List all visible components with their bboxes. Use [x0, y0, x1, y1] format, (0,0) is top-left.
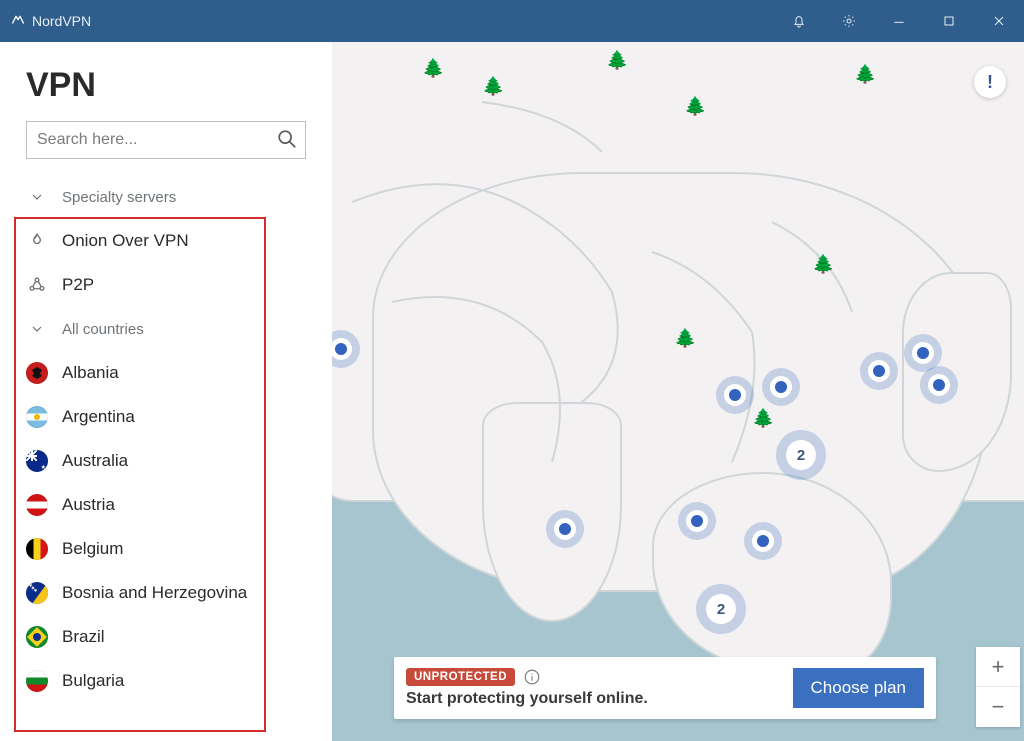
server-marker[interactable]: [912, 342, 934, 364]
country-item-australia[interactable]: Australia: [0, 439, 332, 483]
page-title: VPN: [0, 42, 332, 121]
country-item-bosnia[interactable]: Bosnia and Herzegovina: [0, 571, 332, 615]
server-marker[interactable]: [928, 374, 950, 396]
flag-austria-icon: [26, 494, 48, 516]
titlebar-right: [774, 0, 1024, 42]
search-wrap: [26, 121, 306, 159]
app-logo-icon: [10, 11, 26, 32]
server-marker[interactable]: [686, 510, 708, 532]
choose-plan-button[interactable]: Choose plan: [793, 668, 924, 708]
specialty-item-label: Onion Over VPN: [62, 231, 189, 251]
country-item-argentina[interactable]: Argentina: [0, 395, 332, 439]
specialty-servers-header[interactable]: Specialty servers: [0, 175, 332, 219]
country-item-albania[interactable]: Albania: [0, 351, 332, 395]
status-message: Start protecting yourself online.: [406, 690, 648, 708]
onion-icon: [26, 230, 48, 252]
server-marker[interactable]: [554, 518, 576, 540]
country-label: Brazil: [62, 627, 105, 647]
flag-argentina-icon: [26, 406, 48, 428]
chevron-down-icon: [26, 189, 48, 205]
country-label: Austria: [62, 495, 115, 515]
country-label: Albania: [62, 363, 119, 383]
country-item-brazil[interactable]: Brazil: [0, 615, 332, 659]
flag-belgium-icon: [26, 538, 48, 560]
zoom-out-button[interactable]: −: [976, 687, 1020, 727]
map-borders: [332, 42, 1024, 741]
alert-badge[interactable]: !: [974, 66, 1006, 98]
tree-icon: 🌲: [684, 96, 706, 117]
flag-bosnia-icon: [26, 582, 48, 604]
status-badge: UNPROTECTED: [406, 668, 515, 686]
window-minimize-button[interactable]: [874, 0, 924, 42]
tree-icon: 🌲: [482, 76, 504, 97]
zoom-in-button[interactable]: +: [976, 647, 1020, 687]
alert-icon: !: [987, 72, 993, 93]
chevron-down-icon: [26, 321, 48, 337]
window-maximize-button[interactable]: [924, 0, 974, 42]
all-countries-header[interactable]: All countries: [0, 307, 332, 351]
country-item-belgium[interactable]: Belgium: [0, 527, 332, 571]
country-label: Bulgaria: [62, 671, 124, 691]
search-input[interactable]: [26, 121, 306, 159]
titlebar-left: NordVPN: [0, 11, 91, 32]
tree-icon: 🌲: [854, 64, 876, 85]
country-item-bulgaria[interactable]: Bulgaria: [0, 659, 332, 703]
country-label: Bosnia and Herzegovina: [62, 583, 247, 603]
info-icon[interactable]: [523, 668, 541, 686]
zoom-controls: + −: [976, 647, 1020, 727]
specialty-item-p2p[interactable]: P2P: [0, 263, 332, 307]
server-list: Specialty servers Onion Over VPN P2P All…: [0, 173, 332, 703]
cluster-count: 2: [717, 601, 725, 618]
country-label: Belgium: [62, 539, 123, 559]
status-card: UNPROTECTED Start protecting yourself on…: [394, 657, 936, 719]
specialty-item-onion[interactable]: Onion Over VPN: [0, 219, 332, 263]
flag-bulgaria-icon: [26, 670, 48, 692]
server-cluster-marker[interactable]: 2: [706, 594, 736, 624]
notifications-button[interactable]: [774, 0, 824, 42]
country-label: Argentina: [62, 407, 135, 427]
search-icon: [276, 128, 298, 150]
specialty-header-label: Specialty servers: [62, 189, 176, 206]
window-close-button[interactable]: [974, 0, 1024, 42]
tree-icon: 🌲: [606, 50, 628, 71]
flag-australia-icon: [26, 450, 48, 472]
tree-icon: 🌲: [674, 328, 696, 349]
tree-icon: 🌲: [752, 408, 774, 429]
flag-brazil-icon: [26, 626, 48, 648]
server-marker[interactable]: [752, 530, 774, 552]
tree-icon: 🌲: [812, 254, 834, 275]
p2p-icon: [26, 274, 48, 296]
server-marker[interactable]: [868, 360, 890, 382]
content: VPN Specialty servers Onion Over VPN: [0, 42, 1024, 741]
tree-icon: 🌲: [422, 58, 444, 79]
settings-button[interactable]: [824, 0, 874, 42]
sidebar: VPN Specialty servers Onion Over VPN: [0, 42, 332, 741]
server-cluster-marker[interactable]: 2: [786, 440, 816, 470]
server-marker[interactable]: [770, 376, 792, 398]
specialty-item-label: P2P: [62, 275, 94, 295]
all-countries-header-label: All countries: [62, 321, 144, 338]
country-item-austria[interactable]: Austria: [0, 483, 332, 527]
map[interactable]: 🌲 🌲 🌲 🌲 🌲 🌲 🌲 🌲 2 2 ! UNPROTECTED: [332, 42, 1024, 741]
server-marker[interactable]: [724, 384, 746, 406]
app-title: NordVPN: [32, 13, 91, 29]
titlebar: NordVPN: [0, 0, 1024, 42]
cluster-count: 2: [797, 447, 805, 464]
flag-albania-icon: [26, 362, 48, 384]
status-left: UNPROTECTED Start protecting yourself on…: [406, 668, 648, 708]
country-label: Australia: [62, 451, 128, 471]
